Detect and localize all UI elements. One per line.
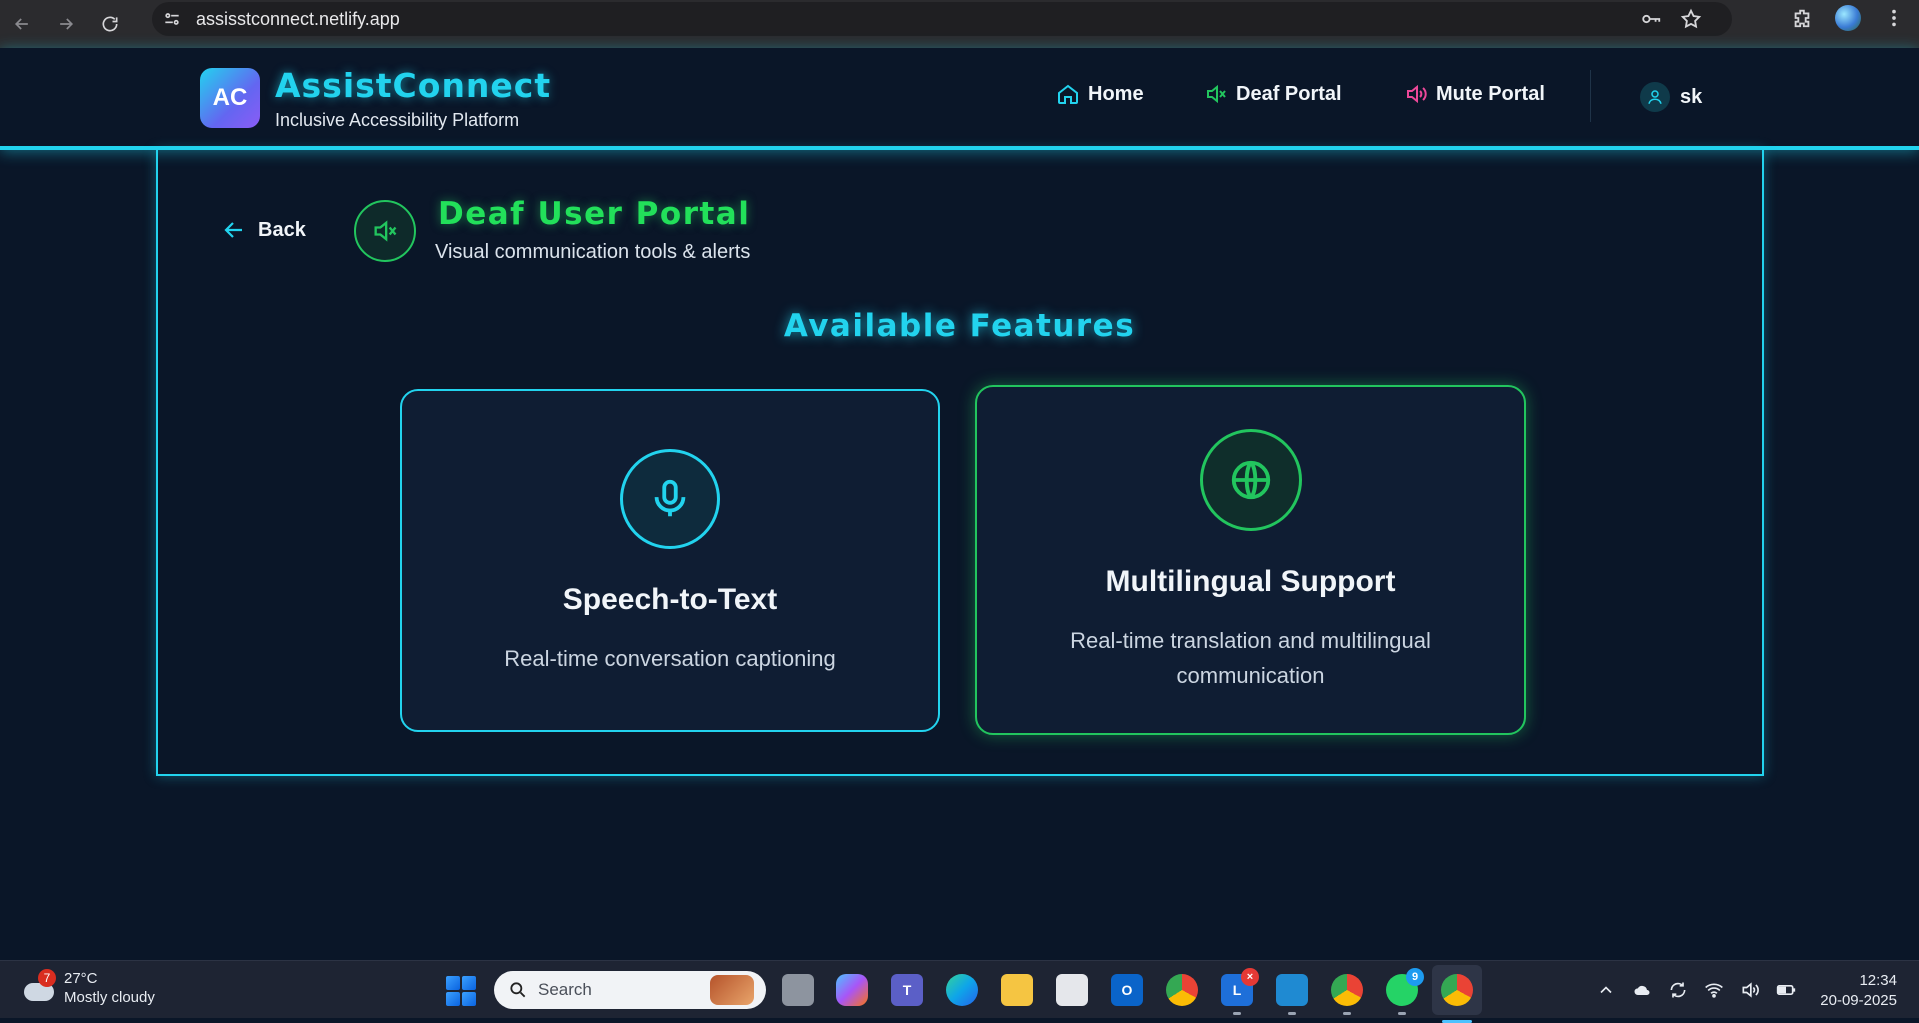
copilot-icon[interactable] [836, 974, 868, 1006]
user-menu[interactable]: sk [1640, 82, 1702, 112]
app-logo[interactable]: AC [200, 68, 260, 128]
back-arrow-icon[interactable] [0, 6, 44, 42]
taskbar-clock[interactable]: 12:34 20-09-2025 [1820, 971, 1897, 1011]
battery-icon[interactable] [1776, 980, 1796, 1000]
nav-deaf-portal[interactable]: Deaf Portal [1204, 82, 1342, 106]
teams-icon[interactable]: T [891, 974, 923, 1006]
globe-icon [1199, 429, 1302, 531]
volume-icon[interactable] [1740, 980, 1760, 1000]
password-key-icon[interactable] [1640, 8, 1662, 30]
user-icon [1640, 82, 1670, 112]
nav-divider [1590, 70, 1591, 122]
cloud-icon: 7 [22, 969, 56, 1003]
lens-icon[interactable]: L × [1221, 968, 1259, 1015]
menu-dots-icon[interactable] [1883, 7, 1905, 29]
system-tray [1596, 961, 1796, 1019]
speaker-mute-icon [1207, 84, 1226, 104]
search-highlight-image [710, 975, 754, 1005]
feature-description: Real-time conversation captioning [504, 646, 836, 671]
clock-date: 20-09-2025 [1820, 992, 1897, 1009]
chevron-up-icon[interactable] [1596, 980, 1616, 1000]
reload-icon[interactable] [88, 6, 132, 42]
weather-temperature: 27°C [64, 970, 98, 987]
brand-title[interactable]: AssistConnect [275, 66, 551, 105]
whatsapp-icon[interactable]: 9 [1386, 968, 1424, 1015]
page-title: Deaf User Portal [438, 196, 751, 232]
bookmark-star-icon[interactable] [1680, 8, 1702, 30]
feature-card-speech-to-text[interactable]: Speech-to-Text Real-time conversation ca… [400, 389, 940, 732]
windows-start-icon[interactable] [446, 976, 476, 1006]
user-name: sk [1680, 85, 1703, 108]
windows-taskbar: 7 27°C Mostly cloudy Search T O L × 9 12:… [0, 960, 1919, 1023]
speaker-volume-icon [1407, 84, 1427, 104]
weather-condition: Mostly cloudy [64, 989, 155, 1006]
extensions-icon[interactable] [1791, 7, 1813, 29]
edge-icon[interactable] [946, 974, 978, 1006]
chrome-active-icon[interactable] [1441, 974, 1473, 1006]
arrow-left-icon [224, 222, 242, 238]
task-view-icon[interactable] [782, 974, 814, 1006]
search-icon [510, 982, 526, 998]
nav-home-label: Home [1088, 82, 1144, 105]
nav-deaf-portal-label: Deaf Portal [1236, 82, 1342, 105]
microphone-icon [620, 449, 720, 549]
section-title: Available Features [783, 308, 1136, 344]
back-button-label: Back [258, 218, 306, 241]
weather-widget[interactable]: 7 27°C Mostly cloudy [22, 969, 155, 1007]
forward-arrow-icon[interactable] [44, 6, 88, 42]
app-header: AC AssistConnect Inclusive Accessibility… [0, 48, 1919, 150]
home-icon [1058, 84, 1078, 104]
wifi-icon[interactable] [1704, 980, 1724, 1000]
address-bar[interactable]: assisstconnect.netlify.app [152, 2, 1732, 36]
chrome-profile-icon[interactable] [1331, 974, 1363, 1015]
feature-title: Speech-to-Text [562, 583, 778, 616]
sync-icon[interactable] [1668, 980, 1688, 1000]
feature-description: Real-time translation and multilingual c… [1070, 628, 1431, 688]
browser-toolbar: assisstconnect.netlify.app [0, 0, 1919, 48]
site-info-icon[interactable] [152, 2, 192, 36]
vscode-icon[interactable] [1276, 974, 1308, 1015]
nav-mute-portal[interactable]: Mute Portal [1404, 82, 1545, 106]
clock-time: 12:34 [1859, 972, 1897, 989]
profile-avatar[interactable] [1835, 5, 1861, 31]
brand-subtitle: Inclusive Accessibility Platform [275, 110, 520, 130]
nav-home[interactable]: Home [1056, 82, 1144, 106]
whatsapp-badge: 9 [1406, 968, 1424, 986]
page-subtitle: Visual communication tools & alerts [435, 241, 751, 263]
speaker-mute-icon [354, 200, 416, 262]
search-placeholder: Search [538, 980, 592, 999]
taskbar-search[interactable]: Search [494, 971, 766, 1009]
chrome-icon[interactable] [1166, 974, 1198, 1006]
outlook-icon[interactable]: O [1111, 974, 1143, 1006]
url-text[interactable]: assisstconnect.netlify.app [196, 9, 400, 30]
onedrive-cloud-icon[interactable] [1632, 980, 1652, 1000]
weather-badge: 7 [38, 969, 56, 987]
back-button[interactable]: Back [222, 218, 306, 242]
nav-mute-portal-label: Mute Portal [1436, 82, 1545, 105]
file-explorer-icon[interactable] [1001, 974, 1033, 1006]
feature-title: Multilingual Support [1105, 565, 1396, 598]
feature-card-multilingual-support[interactable]: Multilingual Support Real-time translati… [975, 385, 1526, 735]
microsoft-store-icon[interactable] [1056, 974, 1088, 1006]
